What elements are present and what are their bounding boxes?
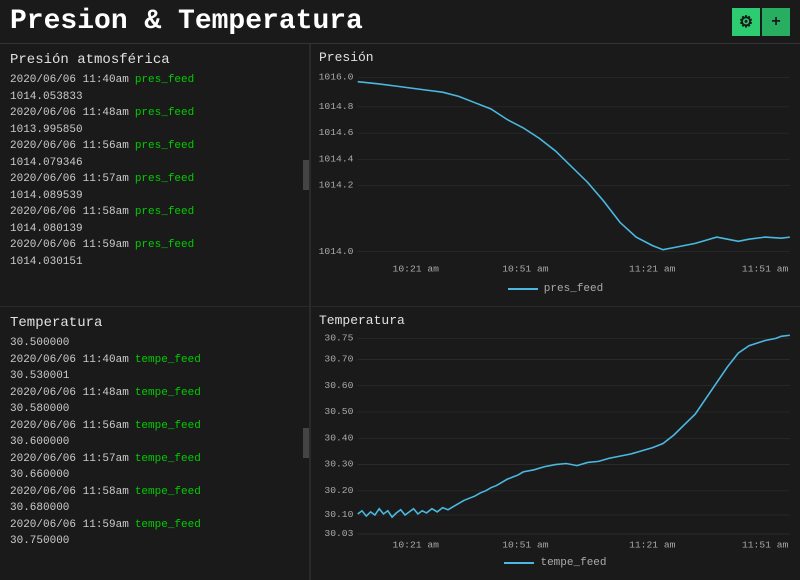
svg-text:1014.2: 1014.2 (319, 180, 354, 191)
feed-value: 30.750000 (10, 533, 299, 550)
feed-tag: tempe_feed (135, 451, 201, 468)
svg-text:30.40: 30.40 (324, 432, 353, 443)
feed-value: 30.580000 (10, 401, 299, 418)
temperature-list-item: 2020/06/06 11:57am tempe_feed 30.660000 (10, 451, 299, 484)
page-title: Presion & Temperatura (10, 6, 363, 37)
feed-date: 2020/06/06 11:40am (10, 352, 129, 369)
pressure-chart-title: Presión (319, 50, 792, 65)
pressure-list-item: 2020/06/06 11:57am pres_feed 1014.089539 (10, 171, 299, 204)
temperature-list-item: 2020/06/06 11:59am tempe_feed 30.750000 (10, 517, 299, 550)
pressure-list-item: 2020/06/06 11:58am pres_feed 1014.080139 (10, 204, 299, 237)
main-content: Presión atmosférica 2020/06/06 11:40am p… (0, 44, 800, 572)
svg-text:10:51 am: 10:51 am (502, 540, 549, 551)
temperature-list-title: Temperatura (10, 315, 299, 331)
pressure-scrollbar[interactable] (303, 160, 309, 190)
feed-date: 2020/06/06 11:59am (10, 517, 129, 534)
add-button[interactable]: + (762, 8, 790, 36)
app-header: Presion & Temperatura ⚙ + (0, 0, 800, 44)
feed-value: 30.530001 (10, 368, 299, 385)
svg-text:11:51 am: 11:51 am (742, 540, 789, 551)
svg-text:11:21 am: 11:21 am (629, 264, 676, 275)
pressure-legend-line (508, 288, 538, 290)
feed-value: 30.500000 (10, 335, 299, 352)
feed-date: 2020/06/06 11:58am (10, 204, 129, 221)
pressure-list-item: 2020/06/06 11:48am pres_feed 1013.995850 (10, 105, 299, 138)
feed-value: 30.660000 (10, 467, 299, 484)
temperature-list-item: 2020/06/06 11:48am tempe_feed 30.580000 (10, 385, 299, 418)
feed-date: 2020/06/06 11:48am (10, 385, 129, 402)
svg-text:11:51 am: 11:51 am (742, 264, 789, 275)
temperature-list-panel: Temperatura 30.500000 2020/06/06 11:40am… (0, 307, 310, 580)
temperature-legend-label: tempe_feed (540, 557, 606, 569)
feed-tag: tempe_feed (135, 517, 201, 534)
temperature-feed-list: 30.500000 2020/06/06 11:40am tempe_feed … (10, 335, 299, 550)
svg-text:10:21 am: 10:21 am (393, 540, 440, 551)
temperature-chart: 30.75 30.70 30.60 30.50 30.40 30.30 30.2… (319, 330, 792, 551)
feed-date: 2020/06/06 11:57am (10, 451, 129, 468)
pressure-feed-list: 2020/06/06 11:40am pres_feed 1014.053833… (10, 72, 299, 270)
feed-tag: tempe_feed (135, 418, 201, 435)
feed-value: 30.600000 (10, 434, 299, 451)
temperature-scrollbar[interactable] (303, 428, 309, 458)
feed-tag: pres_feed (135, 204, 194, 221)
feed-value: 1014.080139 (10, 221, 299, 238)
feed-tag: tempe_feed (135, 385, 201, 402)
svg-text:30.10: 30.10 (324, 509, 353, 520)
feed-date: 2020/06/06 11:57am (10, 171, 129, 188)
feed-date: 2020/06/06 11:40am (10, 72, 129, 89)
feed-value: 1014.030151 (10, 254, 299, 271)
svg-text:30.03: 30.03 (324, 528, 353, 539)
feed-tag: pres_feed (135, 72, 194, 89)
svg-text:30.60: 30.60 (324, 380, 353, 391)
svg-text:11:21 am: 11:21 am (629, 540, 676, 551)
feed-date: 2020/06/06 11:59am (10, 237, 129, 254)
svg-text:1016.0: 1016.0 (319, 72, 354, 83)
pressure-list-item: 2020/06/06 11:40am pres_feed 1014.053833 (10, 72, 299, 105)
feed-value: 1013.995850 (10, 122, 299, 139)
feed-date: 2020/06/06 11:56am (10, 418, 129, 435)
feed-tag: pres_feed (135, 138, 194, 155)
pressure-chart-legend: pres_feed (319, 283, 792, 295)
pressure-list-item: 2020/06/06 11:56am pres_feed 1014.079346 (10, 138, 299, 171)
svg-text:30.75: 30.75 (324, 333, 353, 344)
feed-value: 1014.079346 (10, 155, 299, 172)
temperature-list-item: 2020/06/06 11:58am tempe_feed 30.680000 (10, 484, 299, 517)
temperature-chart-title: Temperatura (319, 313, 792, 328)
feed-date: 2020/06/06 11:56am (10, 138, 129, 155)
pressure-chart-panel: Presión 1016.0 1014.8 1014.6 1014.4 1014… (310, 44, 800, 307)
feed-value: 30.680000 (10, 500, 299, 517)
svg-text:1014.4: 1014.4 (319, 154, 354, 165)
svg-text:30.50: 30.50 (324, 406, 353, 417)
feed-tag: tempe_feed (135, 352, 201, 369)
feed-date: 2020/06/06 11:48am (10, 105, 129, 122)
svg-text:10:51 am: 10:51 am (502, 264, 549, 275)
feed-date: 2020/06/06 11:58am (10, 484, 129, 501)
temperature-list-item: 2020/06/06 11:56am tempe_feed 30.600000 (10, 418, 299, 451)
feed-value: 1014.053833 (10, 89, 299, 106)
temperature-chart-panel: Temperatura 30.75 30.70 30.60 30.50 30.4… (310, 307, 800, 580)
feed-tag: pres_feed (135, 237, 194, 254)
feed-tag: pres_feed (135, 171, 194, 188)
pressure-list-item: 2020/06/06 11:59am pres_feed 1014.030151 (10, 237, 299, 270)
svg-text:30.30: 30.30 (324, 459, 353, 470)
svg-text:1014.6: 1014.6 (319, 127, 354, 138)
feed-tag: pres_feed (135, 105, 194, 122)
temperature-chart-legend: tempe_feed (319, 557, 792, 569)
svg-text:10:21 am: 10:21 am (393, 264, 440, 275)
pressure-list-title: Presión atmosférica (10, 52, 299, 68)
pressure-chart: 1016.0 1014.8 1014.6 1014.4 1014.2 1014.… (319, 67, 792, 277)
svg-text:30.70: 30.70 (324, 354, 353, 365)
settings-button[interactable]: ⚙ (732, 8, 760, 36)
temperature-legend-line (504, 562, 534, 564)
feed-value: 1014.089539 (10, 188, 299, 205)
temperature-list-item: 2020/06/06 11:40am tempe_feed 30.530001 (10, 352, 299, 385)
header-buttons: ⚙ + (732, 8, 790, 36)
svg-text:1014.0: 1014.0 (319, 246, 354, 257)
svg-text:1014.8: 1014.8 (319, 101, 354, 112)
pressure-list-panel: Presión atmosférica 2020/06/06 11:40am p… (0, 44, 310, 307)
feed-tag: tempe_feed (135, 484, 201, 501)
svg-text:30.20: 30.20 (324, 485, 353, 496)
pressure-legend-label: pres_feed (544, 283, 603, 295)
